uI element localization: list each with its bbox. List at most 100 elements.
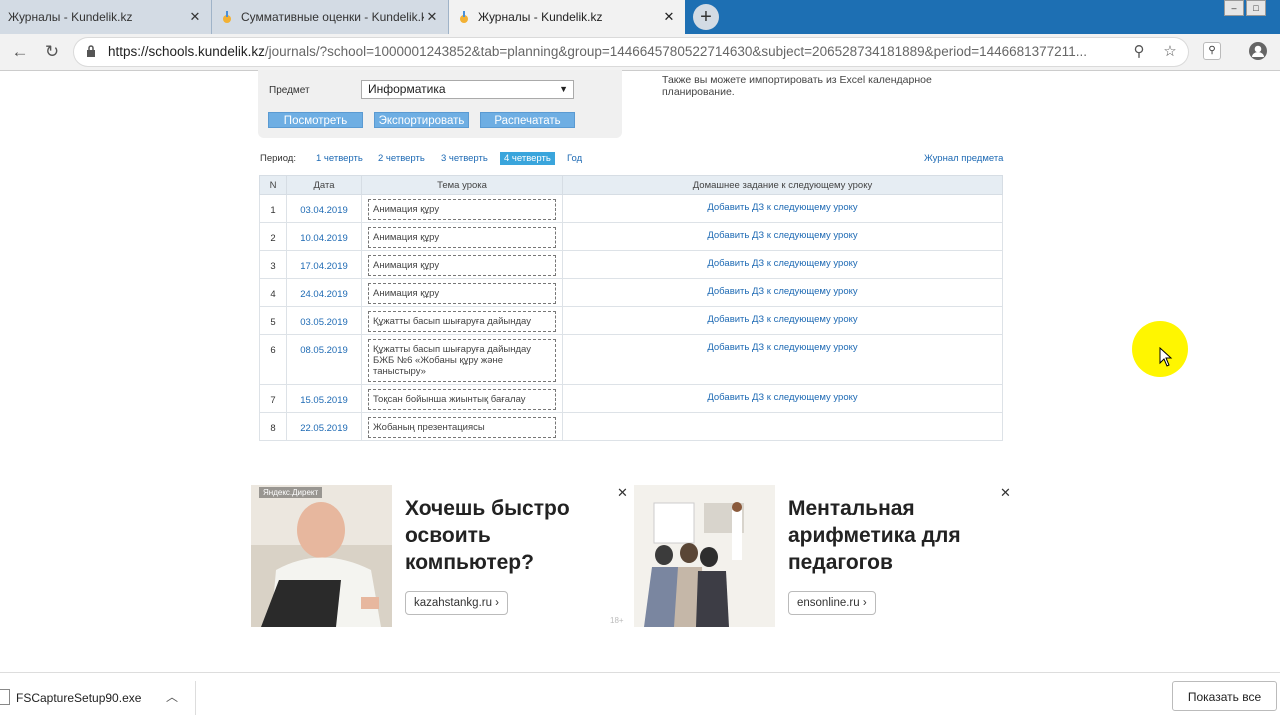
period-q4-active[interactable]: 4 четверть	[500, 152, 555, 165]
filter-panel: Предмет Информатика ▼ Посмотреть Экспорт…	[258, 70, 622, 138]
period-selector: Период: 1 четверть 2 четверть 3 четверть…	[260, 152, 1005, 167]
subject-label: Предмет	[269, 85, 310, 96]
subject-journal-link[interactable]: Журнал предмета	[924, 153, 1003, 164]
maximize-icon[interactable]: □	[1246, 0, 1266, 16]
table-row: 3 17.04.2019 Анимация құру Добавить ДЗ к…	[259, 250, 1003, 279]
url-text: https://schools.kundelik.kz/journals/?sc…	[108, 44, 1118, 59]
topic-cell: Жобаның презентациясы	[361, 412, 563, 441]
row-number: 6	[259, 334, 287, 385]
topic-field[interactable]: Тоқсан бойынша жиынтық бағалау	[368, 389, 556, 410]
close-icon[interactable]: ✕	[424, 9, 440, 25]
row-number: 7	[259, 384, 287, 413]
extension-icon[interactable]: ⚲	[1203, 42, 1221, 60]
print-button[interactable]: Распечатать	[480, 112, 575, 128]
table-row: 7 15.05.2019 Тоқсан бойынша жиынтық баға…	[259, 384, 1003, 413]
dropdown-arrow-icon: ▼	[559, 84, 568, 94]
row-number: 8	[259, 412, 287, 441]
ad-banner-arithmetic[interactable]: Ментальная арифметика для педагогов enso…	[634, 485, 1012, 627]
add-homework-link[interactable]: Добавить ДЗ к следующему уроку	[562, 384, 1003, 413]
period-year[interactable]: Год	[567, 153, 582, 164]
kundelik-favicon-icon	[223, 11, 231, 23]
address-bar[interactable]: https://schools.kundelik.kz/journals/?sc…	[74, 38, 1188, 66]
minimize-icon[interactable]: –	[1224, 0, 1244, 16]
table-row: 2 10.04.2019 Анимация құру Добавить ДЗ к…	[259, 222, 1003, 251]
url-host: https://schools.kundelik.kz	[108, 44, 265, 59]
table-row: 1 03.04.2019 Анимация құру Добавить ДЗ к…	[259, 194, 1003, 223]
add-homework-link[interactable]: Добавить ДЗ к следующему уроку	[562, 250, 1003, 279]
show-all-button[interactable]: Показать все	[1172, 681, 1277, 711]
period-label: Период:	[260, 153, 296, 164]
table-row: 4 24.04.2019 Анимация құру Добавить ДЗ к…	[259, 278, 1003, 307]
new-tab-button[interactable]: +	[693, 4, 719, 30]
tab-summative[interactable]: Суммативные оценки - Kundelik.kz ✕	[212, 0, 449, 34]
chevron-up-icon[interactable]: ︿	[166, 688, 178, 705]
lesson-date-link[interactable]: 10.04.2019	[286, 222, 362, 251]
reload-icon[interactable]: ↻	[42, 42, 62, 62]
ad-headline[interactable]: Ментальная арифметика для педагогов	[788, 495, 988, 576]
add-homework-link[interactable]: Добавить ДЗ к следующему уроку	[562, 306, 1003, 335]
download-item[interactable]: FSCaptureSetup90.exe ︿	[0, 681, 196, 715]
period-q2[interactable]: 2 четверть	[378, 153, 425, 164]
file-icon	[0, 689, 10, 705]
table-header: N Дата Тема урока Домашнее задание к сле…	[259, 175, 1003, 195]
tab-title: Суммативные оценки - Kundelik.kz	[241, 10, 424, 24]
view-button[interactable]: Посмотреть	[268, 112, 363, 128]
close-icon[interactable]: ✕	[617, 485, 628, 501]
topic-cell: Анимация құру	[361, 222, 563, 251]
ad-headline[interactable]: Хочешь быстро освоить компьютер?	[405, 495, 605, 576]
period-q3[interactable]: 3 четверть	[441, 153, 488, 164]
topic-cell: Анимация құру	[361, 194, 563, 223]
profile-avatar-icon[interactable]	[1248, 41, 1268, 61]
close-icon[interactable]: ✕	[1000, 485, 1011, 501]
lesson-date-link[interactable]: 17.04.2019	[286, 250, 362, 279]
ad-domain-button[interactable]: kazahstankg.ru ›	[405, 591, 509, 615]
lesson-date-link[interactable]: 22.05.2019	[286, 412, 362, 441]
mouse-cursor-icon	[1159, 347, 1173, 367]
table-row: 8 22.05.2019 Жобаның презентациясы	[259, 412, 1003, 441]
topic-field[interactable]: Құжатты басып шығаруға дайындау	[368, 311, 556, 332]
lesson-date-link[interactable]: 03.05.2019	[286, 306, 362, 335]
col-topic: Тема урока	[361, 175, 563, 195]
tab-title: Журналы - Kundelik.kz	[8, 10, 133, 24]
export-button[interactable]: Экспортировать	[374, 112, 469, 128]
lesson-date-link[interactable]: 24.04.2019	[286, 278, 362, 307]
add-homework-link[interactable]: Добавить ДЗ к следующему уроку	[562, 334, 1003, 385]
topic-field[interactable]: Анимация құру	[368, 199, 556, 220]
tab-journals-1[interactable]: Журналы - Kundelik.kz ✕	[0, 0, 212, 34]
period-q1[interactable]: 1 четверть	[316, 153, 363, 164]
ad-photo-classroom	[634, 485, 775, 627]
lesson-date-link[interactable]: 08.05.2019	[286, 334, 362, 385]
ad-banner-computer[interactable]: Яндекс.Директ Хочешь быстро освоить комп…	[251, 485, 631, 627]
close-icon[interactable]: ✕	[661, 9, 677, 25]
tab-title: Журналы - Kundelik.kz	[478, 10, 603, 24]
table-row: 5 03.05.2019 Құжатты басып шығаруға дайы…	[259, 306, 1003, 335]
zoom-search-icon[interactable]: ⚲	[1130, 43, 1148, 61]
ad-photo-man-laptop	[251, 485, 392, 627]
subject-select[interactable]: Информатика ▼	[361, 80, 574, 99]
import-note: Также вы можете импортировать из Excel к…	[662, 74, 932, 98]
add-homework-link[interactable]: Добавить ДЗ к следующему уроку	[562, 194, 1003, 223]
ad-domain-button[interactable]: ensonline.ru ›	[788, 591, 876, 615]
download-filename: FSCaptureSetup90.exe	[16, 691, 142, 705]
topic-field[interactable]: Жобаның презентациясы	[368, 417, 556, 438]
bookmark-star-icon[interactable]: ☆	[1161, 43, 1179, 61]
topic-field[interactable]: Анимация құру	[368, 283, 556, 304]
ad-source-label: Яндекс.Директ	[259, 487, 323, 498]
back-arrow-icon[interactable]: ←	[10, 42, 30, 62]
row-number: 1	[259, 194, 287, 223]
col-homework: Домашнее задание к следующему уроку	[562, 175, 1003, 195]
tab-journals-active[interactable]: Журналы - Kundelik.kz ✕	[449, 0, 685, 34]
topic-field[interactable]: Анимация құру	[368, 255, 556, 276]
add-homework-link[interactable]: Добавить ДЗ к следующему уроку	[562, 278, 1003, 307]
lock-icon	[87, 45, 95, 57]
close-icon[interactable]: ✕	[187, 9, 203, 25]
window-controls: – □	[1222, 0, 1266, 16]
table-row: 6 08.05.2019 Құжатты басып шығаруға дайы…	[259, 334, 1003, 385]
topic-cell: Тоқсан бойынша жиынтық бағалау	[361, 384, 563, 413]
add-homework-link[interactable]: Добавить ДЗ к следующему уроку	[562, 222, 1003, 251]
lesson-date-link[interactable]: 03.04.2019	[286, 194, 362, 223]
lesson-date-link[interactable]: 15.05.2019	[286, 384, 362, 413]
topic-field[interactable]: Құжатты басып шығаруға дайындау БЖБ №6 «…	[368, 339, 556, 382]
add-homework-link[interactable]	[562, 412, 1003, 441]
topic-field[interactable]: Анимация құру	[368, 227, 556, 248]
